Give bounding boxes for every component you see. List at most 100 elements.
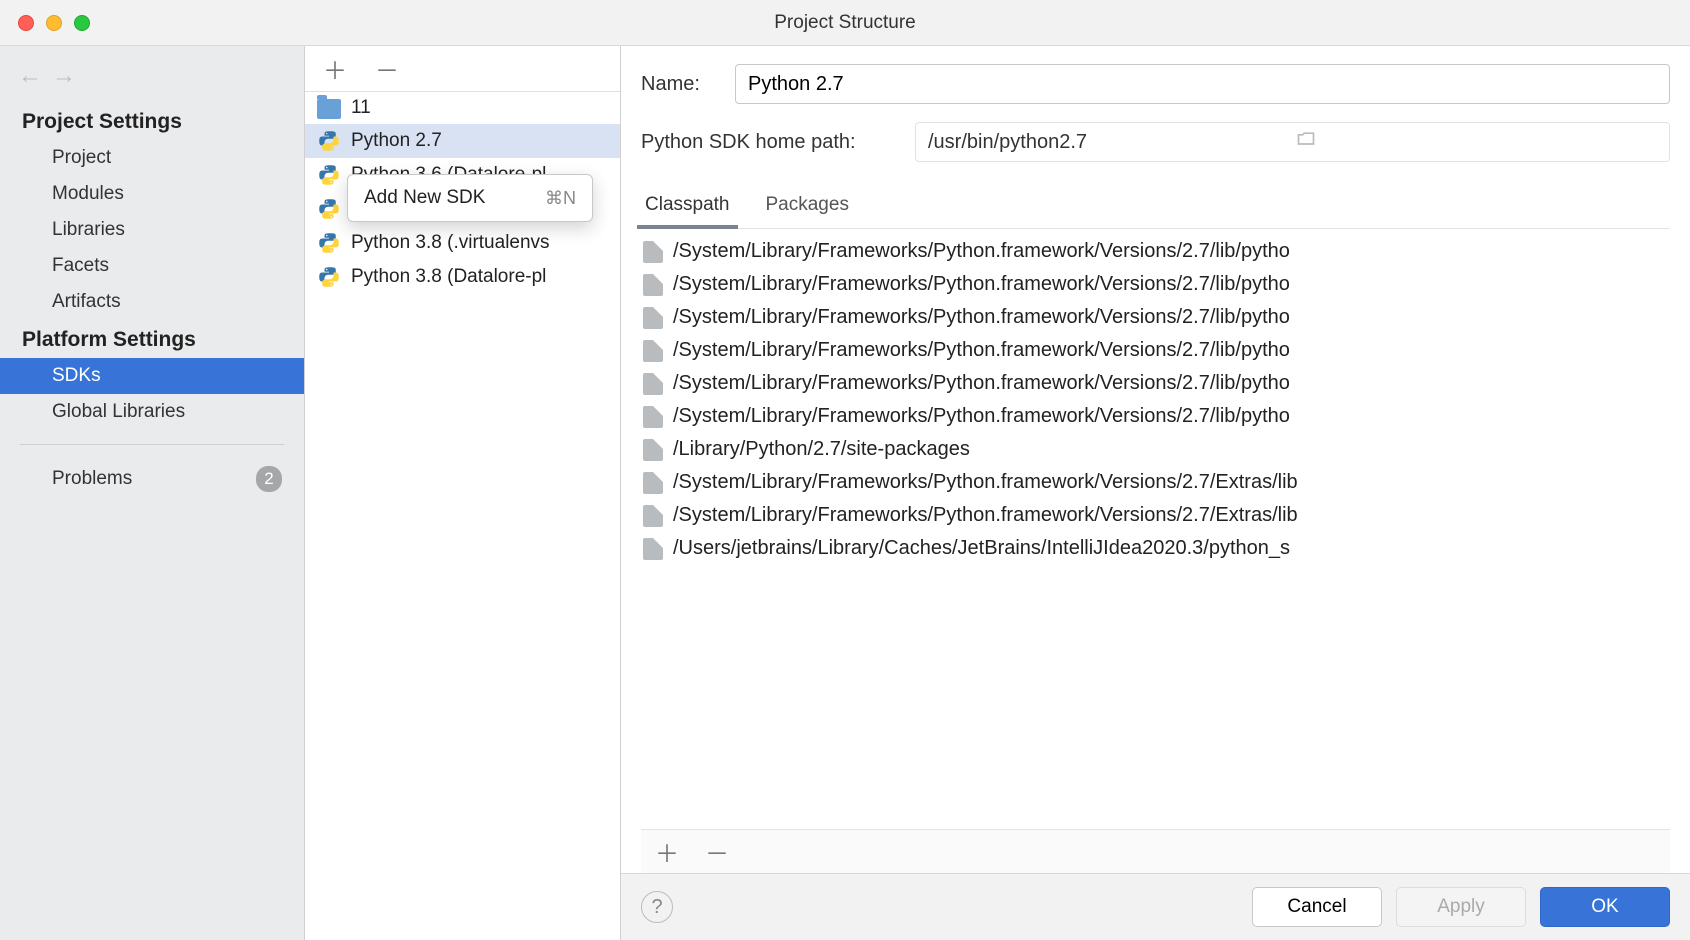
python-icon	[317, 231, 341, 255]
sdk-item-label: Python 3.8 (Datalore-pl	[351, 266, 546, 288]
remove-sdk-button[interactable]: －	[371, 53, 403, 85]
sdk-item[interactable]: Python 2.7	[305, 124, 620, 158]
sidebar-item-modules[interactable]: Modules	[0, 176, 304, 212]
sdk-toolbar: ＋ －	[305, 46, 620, 92]
sidebar-item-global-libraries[interactable]: Global Libraries	[0, 394, 304, 430]
folder-icon	[643, 439, 663, 461]
sidebar-item-label: SDKs	[52, 365, 101, 387]
sidebar-item-project[interactable]: Project	[0, 140, 304, 176]
nav-back-icon[interactable]: ←	[18, 62, 42, 90]
folder-icon	[643, 274, 663, 296]
classpath-item[interactable]: /System/Library/Frameworks/Python.framew…	[641, 400, 1670, 433]
apply-button[interactable]: Apply	[1396, 887, 1526, 927]
classpath-path: /System/Library/Frameworks/Python.framew…	[673, 273, 1290, 296]
folder-icon	[643, 406, 663, 428]
sdk-item[interactable]: 11	[305, 92, 620, 124]
folder-open-icon[interactable]	[1295, 129, 1662, 155]
detail-tabs: Classpath Packages	[641, 180, 1670, 229]
section-header-project-settings: Project Settings	[0, 102, 304, 140]
sidebar-item-label: Global Libraries	[52, 401, 185, 423]
sdk-item[interactable]: Python 3.8 (.virtualenvs	[305, 226, 620, 260]
classpath-path: /Library/Python/2.7/site-packages	[673, 438, 970, 461]
folder-icon	[643, 505, 663, 527]
cancel-button[interactable]: Cancel	[1252, 887, 1382, 927]
dialog-footer: ? Cancel Apply OK	[621, 874, 1690, 940]
classpath-path: /System/Library/Frameworks/Python.framew…	[673, 306, 1290, 329]
add-sdk-button[interactable]: ＋	[319, 53, 351, 85]
add-sdk-popup: Add New SDK ⌘N	[347, 174, 593, 222]
maximize-window-button[interactable]	[74, 15, 90, 31]
sidebar-item-problems[interactable]: Problems 2	[0, 459, 304, 499]
nav-forward-icon[interactable]: →	[52, 62, 76, 90]
classpath-path: /System/Library/Frameworks/Python.framew…	[673, 405, 1290, 428]
sidebar-item-label: Modules	[52, 183, 124, 205]
sidebar-item-artifacts[interactable]: Artifacts	[0, 284, 304, 320]
tab-label: Classpath	[645, 194, 730, 215]
titlebar: Project Structure	[0, 0, 1690, 46]
add-classpath-button[interactable]: ＋	[651, 836, 683, 868]
section-header-platform-settings: Platform Settings	[0, 320, 304, 358]
python-icon	[317, 265, 341, 289]
folder-icon	[643, 307, 663, 329]
remove-classpath-button[interactable]: －	[701, 836, 733, 868]
folder-icon	[643, 241, 663, 263]
sdk-item-label: Python 3.8 (.virtualenvs	[351, 232, 550, 254]
sidebar-item-libraries[interactable]: Libraries	[0, 212, 304, 248]
sidebar-item-label: Project	[52, 147, 111, 169]
folder-icon	[643, 340, 663, 362]
name-label: Name:	[641, 73, 721, 96]
classpath-path: /System/Library/Frameworks/Python.framew…	[673, 240, 1290, 263]
add-new-sdk-menuitem[interactable]: Add New SDK ⌘N	[348, 181, 592, 215]
problems-count-badge: 2	[256, 466, 282, 492]
sdk-item[interactable]: Python 3.8 (Datalore-pl	[305, 260, 620, 294]
sdk-list-panel: ＋ － 11Python 2.7Python 3.6 (Datalore-plP…	[305, 46, 621, 940]
tab-label: Packages	[766, 194, 849, 215]
tab-packages[interactable]: Packages	[762, 184, 853, 228]
classpath-path: /Users/jetbrains/Library/Caches/JetBrain…	[673, 537, 1290, 560]
folder-icon	[643, 472, 663, 494]
settings-sidebar: ← → Project Settings Project Modules Lib…	[0, 46, 305, 940]
menuitem-shortcut: ⌘N	[545, 188, 576, 209]
classpath-item[interactable]: /Library/Python/2.7/site-packages	[641, 433, 1670, 466]
sidebar-item-sdks[interactable]: SDKs	[0, 358, 304, 394]
divider	[20, 444, 284, 445]
sidebar-item-label: Libraries	[52, 219, 125, 241]
sdk-item-label: Python 2.7	[351, 130, 442, 152]
classpath-item[interactable]: /System/Library/Frameworks/Python.framew…	[641, 367, 1670, 400]
python-icon	[317, 197, 341, 221]
help-button[interactable]: ?	[641, 891, 673, 923]
home-path-value: /usr/bin/python2.7	[928, 131, 1295, 154]
python-icon	[317, 129, 341, 153]
home-path-field[interactable]: /usr/bin/python2.7	[915, 122, 1670, 162]
classpath-item[interactable]: /System/Library/Frameworks/Python.framew…	[641, 499, 1670, 532]
classpath-item[interactable]: /System/Library/Frameworks/Python.framew…	[641, 334, 1670, 367]
sidebar-item-label: Artifacts	[52, 291, 121, 313]
sidebar-item-label: Problems	[52, 468, 132, 490]
classpath-list: /System/Library/Frameworks/Python.framew…	[641, 229, 1670, 829]
classpath-path: /System/Library/Frameworks/Python.framew…	[673, 471, 1298, 494]
classpath-path: /System/Library/Frameworks/Python.framew…	[673, 339, 1290, 362]
sidebar-item-label: Facets	[52, 255, 109, 277]
home-path-label: Python SDK home path:	[641, 131, 901, 154]
sidebar-item-facets[interactable]: Facets	[0, 248, 304, 284]
folder-icon	[643, 373, 663, 395]
sdk-name-input[interactable]	[735, 64, 1670, 104]
classpath-item[interactable]: /System/Library/Frameworks/Python.framew…	[641, 466, 1670, 499]
classpath-path: /System/Library/Frameworks/Python.framew…	[673, 504, 1298, 527]
classpath-item[interactable]: /System/Library/Frameworks/Python.framew…	[641, 268, 1670, 301]
classpath-item[interactable]: /System/Library/Frameworks/Python.framew…	[641, 235, 1670, 268]
close-window-button[interactable]	[18, 15, 34, 31]
window-title: Project Structure	[0, 12, 1690, 34]
python-icon	[317, 163, 341, 187]
sdk-item-label: 11	[351, 97, 371, 119]
classpath-item[interactable]: /Users/jetbrains/Library/Caches/JetBrain…	[641, 532, 1670, 565]
tab-classpath[interactable]: Classpath	[641, 184, 734, 228]
folder-icon	[317, 99, 341, 119]
classpath-path: /System/Library/Frameworks/Python.framew…	[673, 372, 1290, 395]
sdk-detail-panel: Name: Python SDK home path: /usr/bin/pyt…	[621, 46, 1690, 940]
ok-button[interactable]: OK	[1540, 887, 1670, 927]
classpath-item[interactable]: /System/Library/Frameworks/Python.framew…	[641, 301, 1670, 334]
classpath-toolbar: ＋ －	[641, 829, 1670, 873]
minimize-window-button[interactable]	[46, 15, 62, 31]
folder-icon	[643, 538, 663, 560]
